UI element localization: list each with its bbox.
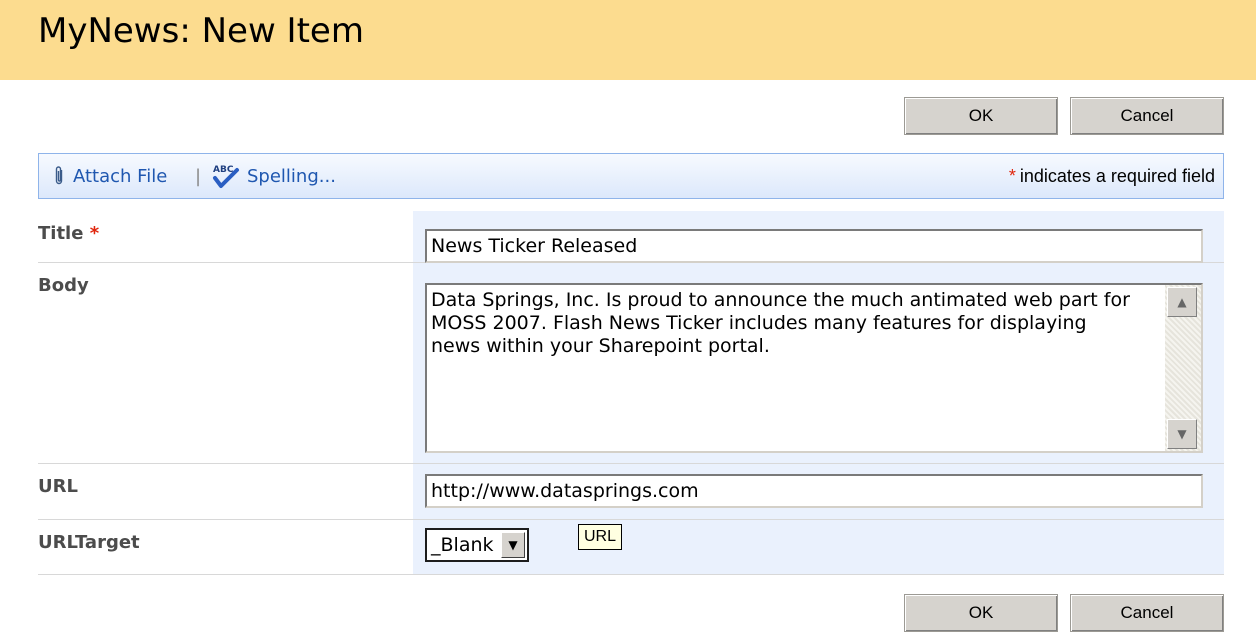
required-star: * xyxy=(1008,165,1016,186)
attach-file-label: Attach File xyxy=(73,165,168,187)
body-field-cell: Data Springs, Inc. Is proud to announce … xyxy=(413,263,1224,463)
page-header: MyNews: New Item xyxy=(0,0,1256,80)
scroll-up-arrow-icon[interactable]: ▲ xyxy=(1167,287,1197,317)
form-toolbar: Attach File | ABC Spelling... * indicate… xyxy=(38,153,1224,199)
form-row-title: Title * News Ticker Released xyxy=(38,211,1224,263)
spelling-label: Spelling... xyxy=(247,165,336,187)
page-title: MyNews: New Item xyxy=(38,11,364,51)
url-label: URL xyxy=(38,476,78,497)
ok-button-top[interactable]: OK xyxy=(904,97,1058,135)
spellcheck-icon: ABC xyxy=(211,162,245,190)
required-note: * indicates a required field xyxy=(1009,154,1215,198)
urltarget-selected: _Blank xyxy=(431,534,494,556)
urltarget-field-cell: _Blank ▼ xyxy=(413,520,1224,574)
body-scrollbar[interactable]: ▲ ▼ xyxy=(1165,285,1201,451)
form-row-urltarget: URLTarget _Blank ▼ xyxy=(38,520,1224,575)
required-note-text: indicates a required field xyxy=(1019,165,1215,186)
title-input[interactable]: News Ticker Released xyxy=(425,229,1203,263)
toolbar-separator: | xyxy=(195,165,202,187)
body-text: Data Springs, Inc. Is proud to announce … xyxy=(431,289,1130,357)
urltarget-select[interactable]: _Blank ▼ xyxy=(425,528,529,562)
body-textarea[interactable]: Data Springs, Inc. Is proud to announce … xyxy=(425,283,1203,453)
spelling-link[interactable]: ABC Spelling... xyxy=(211,154,336,198)
url-field-cell: http://www.datasprings.com xyxy=(413,464,1224,519)
url-tooltip: URL xyxy=(578,524,623,550)
title-required-star: * xyxy=(89,223,100,244)
title-label: Title * xyxy=(38,223,99,244)
chevron-down-icon[interactable]: ▼ xyxy=(501,532,525,558)
urltarget-label: URLTarget xyxy=(38,532,140,553)
ok-button-bottom[interactable]: OK xyxy=(904,594,1058,632)
scroll-down-arrow-icon[interactable]: ▼ xyxy=(1167,419,1197,449)
form-row-body: Body Data Springs, Inc. Is proud to anno… xyxy=(38,263,1224,464)
url-input[interactable]: http://www.datasprings.com xyxy=(425,474,1203,508)
title-label-text: Title xyxy=(38,223,84,244)
form-row-url: URL http://www.datasprings.com xyxy=(38,464,1224,520)
paperclip-icon xyxy=(53,165,65,187)
cancel-button-bottom[interactable]: Cancel xyxy=(1070,594,1224,632)
body-label: Body xyxy=(38,275,89,296)
attach-file-link[interactable]: Attach File xyxy=(53,154,167,198)
title-field-cell: News Ticker Released xyxy=(413,211,1224,263)
cancel-button-top[interactable]: Cancel xyxy=(1070,97,1224,135)
